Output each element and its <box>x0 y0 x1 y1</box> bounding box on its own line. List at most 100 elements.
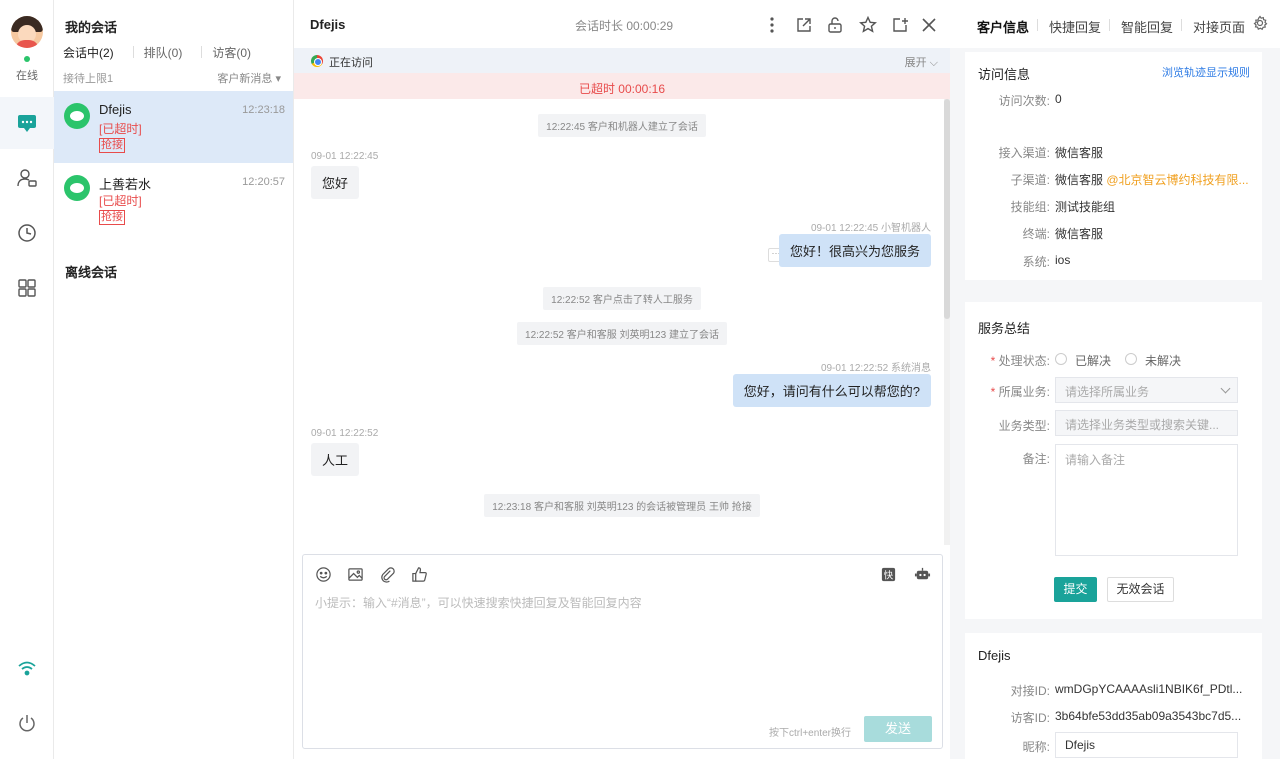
business-placeholder: 请选择所属业务 <box>1065 385 1150 399</box>
add-note-button[interactable] <box>889 14 911 36</box>
conversation-status: [已超时] <box>99 122 142 136</box>
business-select[interactable]: 请选择所属业务 <box>1055 377 1238 403</box>
conversation-list-panel: 我的会话 会话中(2) 排队(0) 访客(0) 接待上限1 客户新消息 ▾ Df… <box>54 0 294 759</box>
power-icon <box>19 715 35 732</box>
info-row-visits: 访问次数: 0 <box>965 92 1262 108</box>
resolved-label: 已解决 <box>1075 354 1112 368</box>
tab-customer-info[interactable]: 客户信息 <box>977 17 1029 36</box>
info-label: 技能组: <box>1010 200 1050 214</box>
quick-reply-button[interactable]: 快 <box>878 564 898 584</box>
tab-docking-page[interactable]: 对接页面 <box>1193 17 1245 36</box>
evaluation-button[interactable] <box>409 564 429 584</box>
offline-conversations-title[interactable]: 离线会话 <box>65 262 117 281</box>
image-icon <box>347 567 363 581</box>
message-meta: 09-01 12:22:45 小智机器人 <box>810 223 931 234</box>
message-composer[interactable]: 快 小提示：输入“#消息”，可以快速搜索快捷回复及智能回复内容 按下ctrl+e… <box>302 554 943 749</box>
info-row-terminal: 终端: 微信客服 <box>965 225 1262 241</box>
send-shortcut-hint: 按下ctrl+enter换行 <box>769 728 851 739</box>
info-value: 微信客服 <box>1055 146 1104 160</box>
customer-message-bubble: 您好 <box>311 166 360 199</box>
info-label: 接入渠道: <box>998 146 1050 160</box>
more-vertical-icon <box>770 17 774 33</box>
chat-duration: 会话时长 00:00:29 <box>575 17 673 34</box>
info-label: 访客ID: <box>1010 711 1050 725</box>
conversation-item[interactable]: Dfejis 12:23:18 [已超时] 抢接 <box>54 91 293 163</box>
visit-info-title: 访问信息 <box>978 67 1031 82</box>
emoji-button[interactable] <box>313 564 333 584</box>
tab-quick-reply[interactable]: 快捷回复 <box>1049 17 1101 36</box>
conversation-time: 12:20:57 <box>242 176 285 188</box>
left-rail: 在线 <box>0 0 54 759</box>
info-value: wmDGpYCAAAAsli1NBIK6f_PDtl... <box>1055 682 1243 696</box>
add-square-icon <box>893 18 908 32</box>
conversation-time: 12:23:18 <box>242 104 285 116</box>
tab-active-conversations[interactable]: 会话中(2) <box>63 44 134 61</box>
star-icon <box>859 16 877 33</box>
unlock-button[interactable] <box>824 14 846 36</box>
visit-info-card: 访问信息 浏览轨迹显示规则 访问次数: 0 接入渠道: 微信客服 子渠道: 微信… <box>965 52 1262 280</box>
chat-nav-button[interactable] <box>0 97 54 149</box>
image-button[interactable] <box>345 564 365 584</box>
tab-smart-reply[interactable]: 智能回复 <box>1121 17 1173 36</box>
nickname-input[interactable]: Dfejis <box>1055 732 1238 758</box>
expand-toggle[interactable]: 展开 ⌵ <box>905 54 938 70</box>
more-menu-button[interactable] <box>761 14 783 36</box>
attachment-button[interactable] <box>377 564 397 584</box>
paperclip-icon <box>380 566 395 583</box>
transfer-button[interactable] <box>793 14 815 36</box>
overtime-banner: 已超时 00:00:16 <box>294 73 950 99</box>
right-panel-tabs: 客户信息 快捷回复 智能回复 对接页面 <box>950 0 1280 48</box>
message-meta: 09-01 12:22:45 <box>311 151 379 162</box>
submit-button[interactable]: 提交 <box>1054 577 1097 602</box>
wechat-icon <box>64 103 90 129</box>
info-label: 终端: <box>1022 227 1050 241</box>
info-row-system: 系统: ios <box>965 253 1262 269</box>
system-message: 12:22:52 客户点击了转人工服务 <box>294 287 950 310</box>
message-meta: 09-01 12:22:52 系统消息 <box>820 363 931 374</box>
tab-visitors[interactable]: 访客(0) <box>201 44 271 61</box>
info-value: 微信客服 <box>1055 173 1104 187</box>
history-nav-button[interactable] <box>0 207 54 259</box>
expand-label: 展开 <box>904 57 927 69</box>
customer-card-title: Dfejis <box>978 648 1011 663</box>
note-label: 备注: <box>1022 452 1050 466</box>
avatar[interactable] <box>11 16 43 48</box>
type-label: 业务类型: <box>998 419 1050 433</box>
logout-button[interactable] <box>0 697 54 749</box>
business-type-select[interactable]: 请选择业务类型或搜索关键... <box>1055 410 1238 436</box>
tab-queue[interactable]: 排队(0) <box>132 44 203 61</box>
close-chat-button[interactable] <box>918 14 940 36</box>
send-button[interactable]: 发送 <box>864 716 932 742</box>
conversation-item[interactable]: 上善若水 12:20:57 [已超时] 抢接 <box>54 163 293 235</box>
info-label: 对接ID: <box>1010 684 1050 698</box>
track-rules-link[interactable]: 浏览轨迹显示规则 <box>1162 64 1250 80</box>
info-row-subchannel: 子渠道: 微信客服 @北京智云博约科技有限... <box>965 171 1262 187</box>
customer-icon <box>17 169 37 187</box>
robot-icon <box>914 567 930 579</box>
apps-icon <box>18 279 36 297</box>
resolved-radio[interactable] <box>1055 353 1067 365</box>
unlock-icon <box>828 17 842 33</box>
unresolved-radio[interactable] <box>1125 353 1137 365</box>
network-status-button[interactable] <box>0 642 54 694</box>
system-message-text: 12:22:45 客户和机器人建立了会话 <box>538 114 706 137</box>
chat-duration-value: 00:00:29 <box>626 19 674 33</box>
apps-nav-button[interactable] <box>0 262 54 314</box>
info-label: 访问次数: <box>998 94 1050 108</box>
close-icon <box>922 18 936 32</box>
chevron-down-icon <box>1220 383 1231 394</box>
service-summary-title: 服务总结 <box>978 321 1031 336</box>
settings-gear-icon[interactable] <box>1252 15 1268 31</box>
robot-assist-button[interactable] <box>912 564 932 584</box>
customer-info-panel: 客户信息 快捷回复 智能回复 对接页面 访问信息 浏览轨迹显示规则 访问次数: … <box>950 0 1280 759</box>
star-button[interactable] <box>857 14 879 36</box>
note-textarea[interactable]: 请输入备注 <box>1055 444 1238 556</box>
share-icon <box>797 18 811 32</box>
invalid-session-button[interactable]: 无效会话 <box>1107 577 1174 602</box>
info-row-visitor-id: 访客ID: 3b64bfe53dd35ab09a3543bc7d5... <box>965 709 1262 725</box>
system-message: 12:22:52 客户和客服 刘英明123 建立了会话 <box>294 322 950 345</box>
info-label: 系统: <box>1022 255 1050 269</box>
sort-dropdown[interactable]: 客户新消息 ▾ <box>217 70 281 86</box>
customer-nav-button[interactable] <box>0 152 54 204</box>
visit-status-text: 正在访问 <box>329 57 373 69</box>
